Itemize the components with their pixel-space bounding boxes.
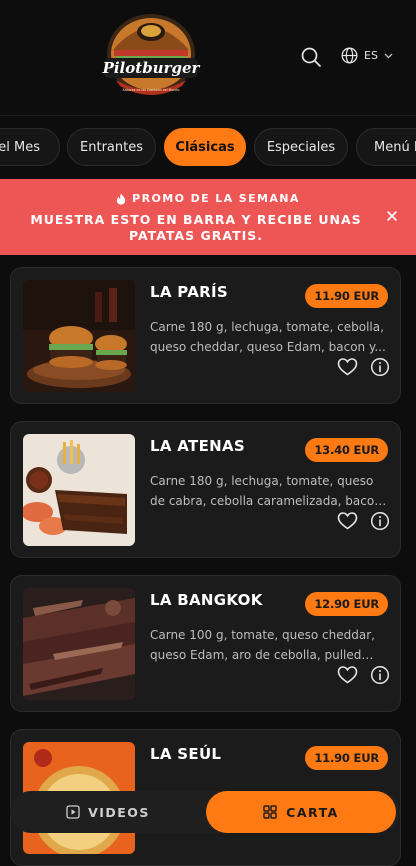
tab-especiales[interactable]: Especiales xyxy=(254,128,348,166)
item-description: Carne 180 g, lechuga, tomate, cebolla, q… xyxy=(150,320,386,354)
price-badge: 11.90 EUR xyxy=(305,746,388,770)
burger-image xyxy=(23,280,135,392)
svg-text:Sabores de las Capitales del M: Sabores de las Capitales del Mundo xyxy=(123,88,180,92)
carta-button[interactable]: CARTA xyxy=(206,791,396,833)
ribs-image xyxy=(23,434,135,546)
heart-icon[interactable] xyxy=(337,665,358,685)
menu-item-card[interactable]: LA PARÍS 11.90 EUR Carne 180 g, lechuga,… xyxy=(10,267,401,404)
tab-clasicas[interactable]: Clásicas xyxy=(164,128,246,166)
close-icon[interactable] xyxy=(386,210,398,222)
bottom-nav: VIDEOS CARTA xyxy=(10,791,400,833)
app-header: Pilotburger Sabores de las Capitales del… xyxy=(0,0,416,116)
item-name: LA SEÚL xyxy=(150,745,222,763)
videos-button[interactable]: VIDEOS xyxy=(10,791,206,833)
language-selector[interactable]: ES xyxy=(341,47,393,64)
tab-menu-infantil[interactable]: Menú In xyxy=(356,128,416,166)
item-name: LA BANGKOK xyxy=(150,591,263,609)
item-name: LA PARÍS xyxy=(150,283,228,301)
price-badge: 13.40 EUR xyxy=(305,438,388,462)
grid-icon xyxy=(263,805,277,819)
language-label: ES xyxy=(364,49,378,62)
category-tabs: del Mes Entrantes Clásicas Especiales Me… xyxy=(0,128,416,168)
tab-del-mes[interactable]: del Mes xyxy=(0,128,60,166)
item-description: Carne 100 g, tomate, queso cheddar, ques… xyxy=(150,628,375,662)
promo-title: PROMO DE LA SEMANA xyxy=(0,192,416,205)
info-icon[interactable] xyxy=(370,511,390,531)
heart-icon[interactable] xyxy=(337,511,358,531)
tab-entrantes[interactable]: Entrantes xyxy=(67,128,156,166)
price-badge: 11.90 EUR xyxy=(305,284,388,308)
promo-text: MUESTRA ESTO EN BARRA Y RECIBE UNAS PATA… xyxy=(30,212,362,243)
play-video-icon xyxy=(66,805,80,819)
chevron-down-icon xyxy=(384,53,393,58)
search-icon[interactable] xyxy=(300,46,322,68)
flame-icon xyxy=(116,193,126,204)
pilotburger-logo[interactable]: Pilotburger Sabores de las Capitales del… xyxy=(98,10,204,102)
item-description: Carne 180 g, lechuga, tomate, queso de c… xyxy=(150,474,382,508)
globe-icon xyxy=(341,47,358,64)
svg-text:Pilotburger: Pilotburger xyxy=(102,59,201,77)
pulled-pork-image xyxy=(23,588,135,700)
info-icon[interactable] xyxy=(370,357,390,377)
price-badge: 12.90 EUR xyxy=(305,592,388,616)
promo-banner: PROMO DE LA SEMANA MUESTRA ESTO EN BARRA… xyxy=(0,179,416,255)
heart-icon[interactable] xyxy=(337,357,358,377)
menu-item-card[interactable]: LA BANGKOK 12.90 EUR Carne 100 g, tomate… xyxy=(10,575,401,712)
info-icon[interactable] xyxy=(370,665,390,685)
item-name: LA ATENAS xyxy=(150,437,245,455)
menu-item-card[interactable]: LA ATENAS 13.40 EUR Carne 180 g, lechuga… xyxy=(10,421,401,558)
